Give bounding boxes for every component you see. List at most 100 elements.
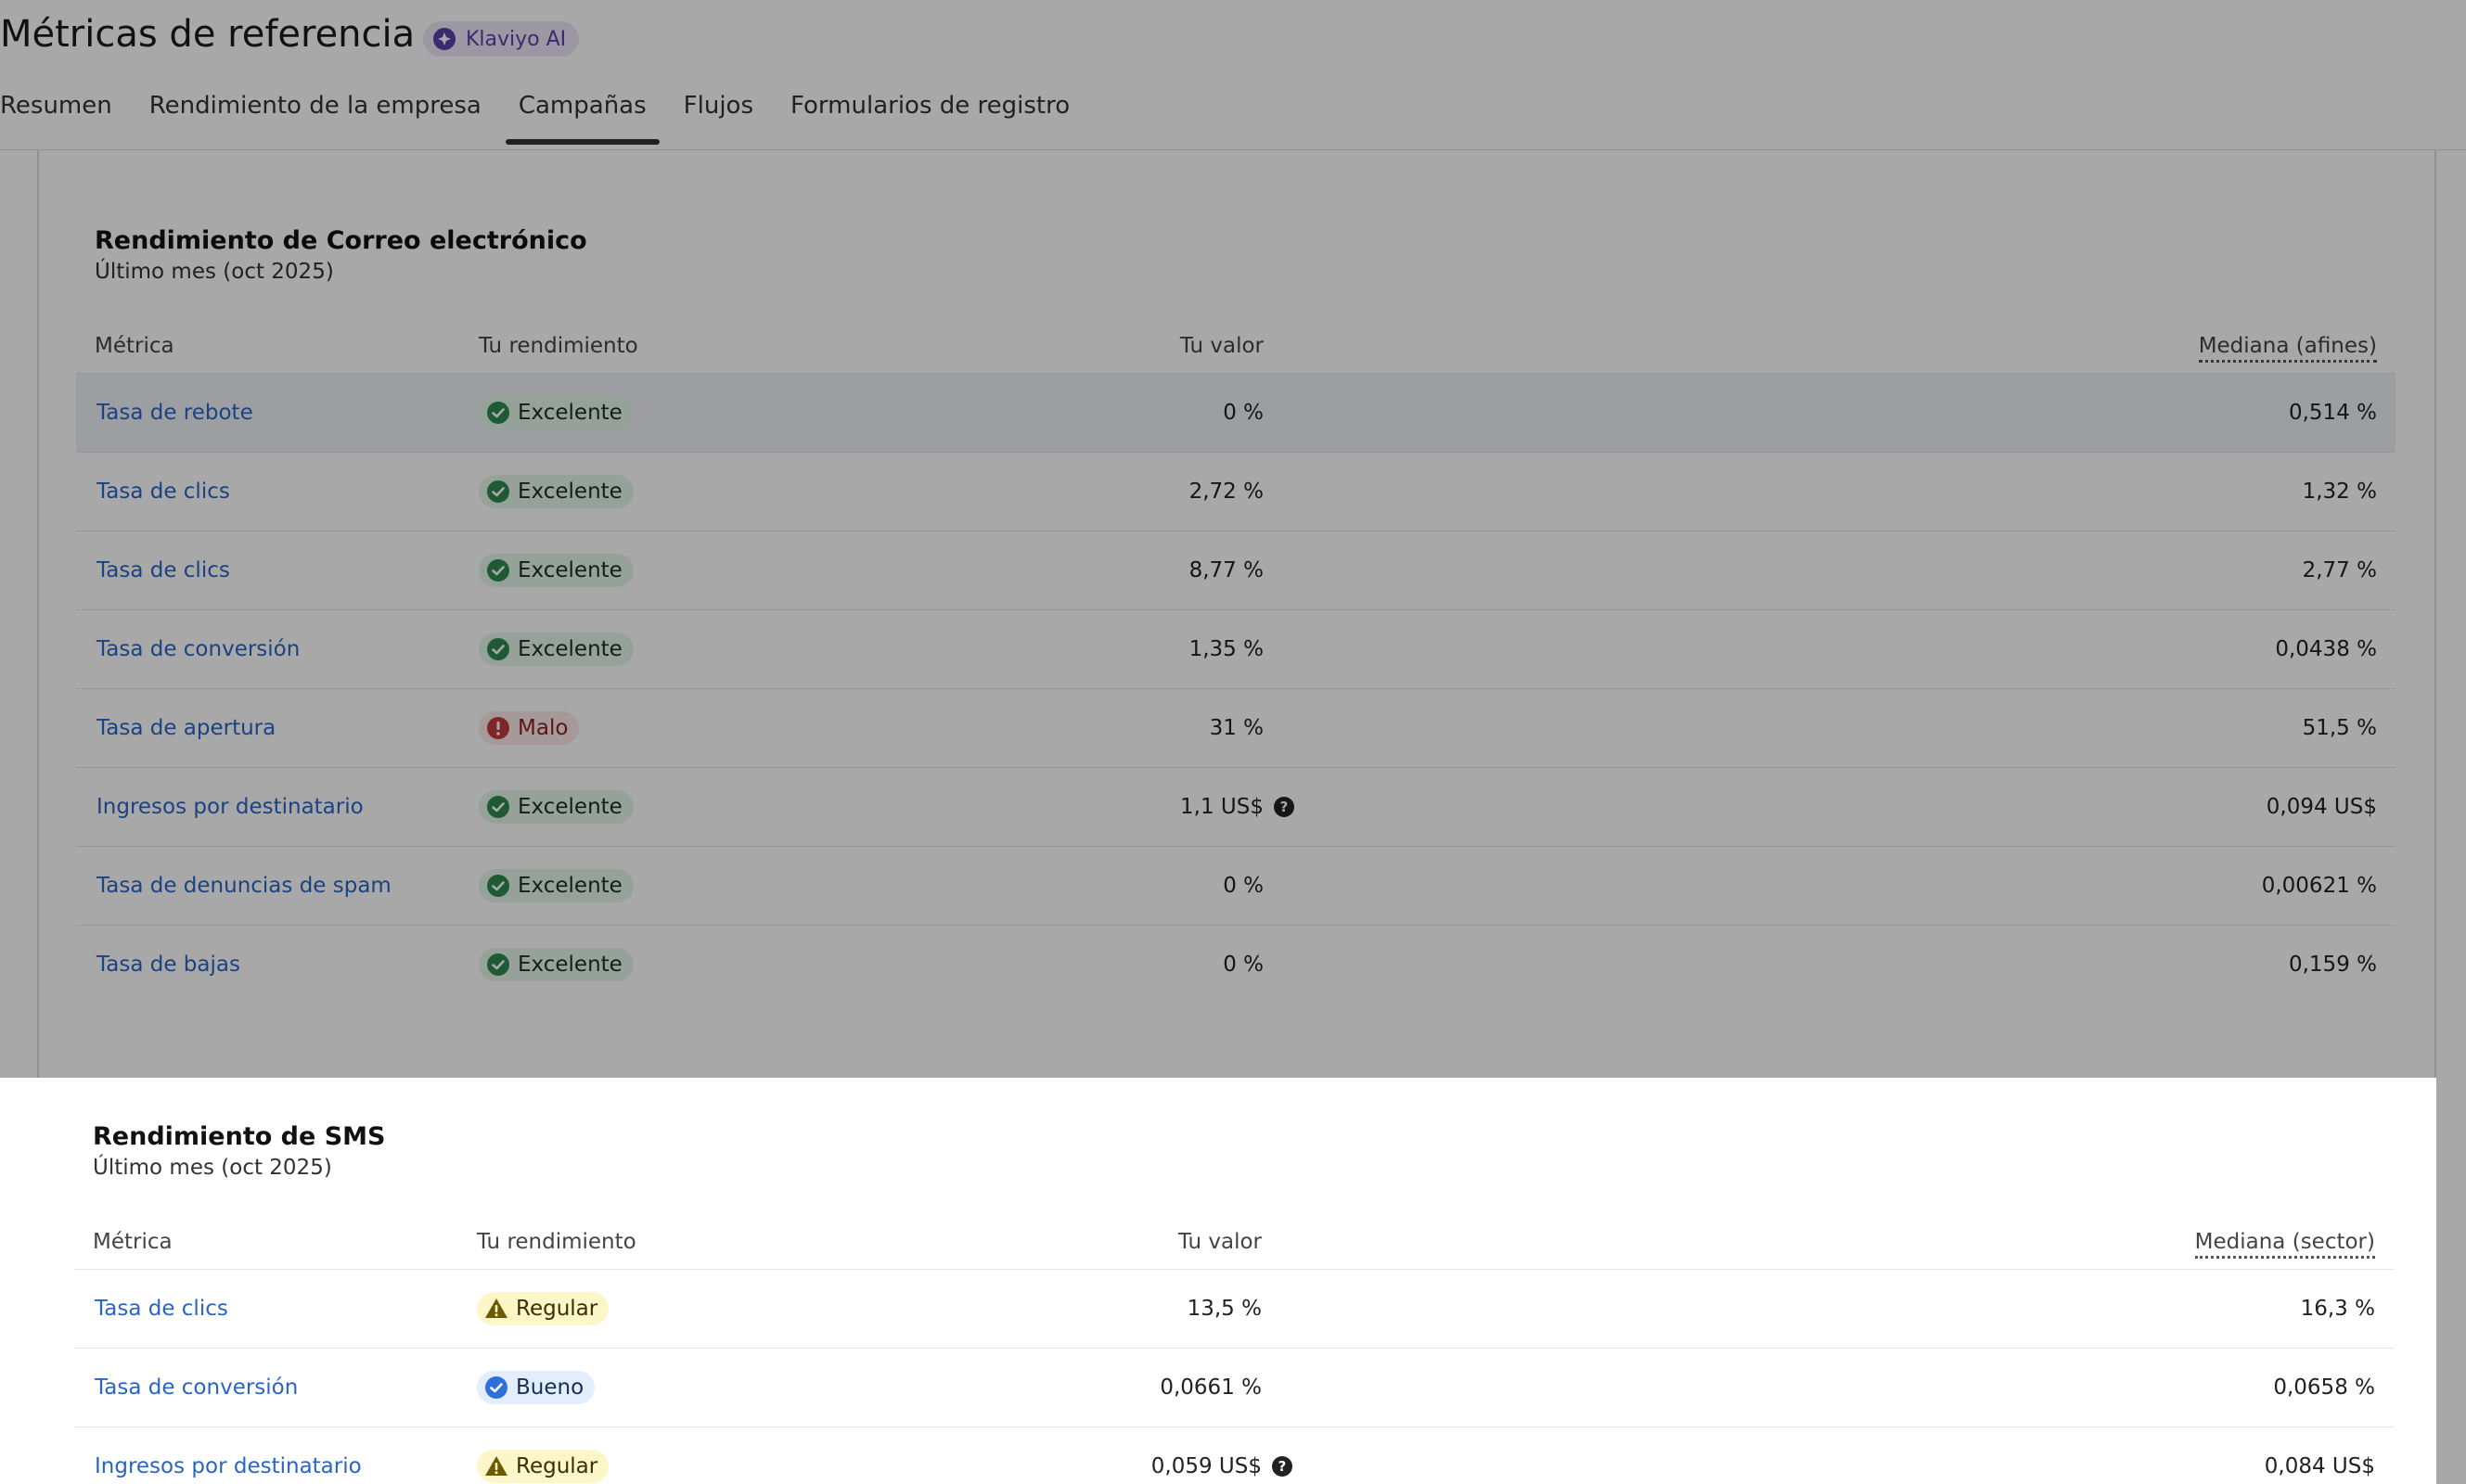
median-value: 0,0658 %: [2273, 1375, 2375, 1400]
status-label: Regular: [516, 1454, 598, 1478]
header-metric: Métrica: [93, 1230, 173, 1254]
status-label: Excelente: [518, 401, 623, 425]
header-median[interactable]: Mediana (sector): [2194, 1230, 2375, 1259]
metric-link[interactable]: Tasa de bajas: [96, 953, 240, 977]
metric-link[interactable]: Tasa de clics: [96, 480, 230, 504]
tab-campanas[interactable]: Campañas: [505, 89, 660, 149]
header-performance: Tu rendimiento: [479, 334, 638, 358]
check-circle-icon: [487, 402, 509, 424]
tab-flujos[interactable]: Flujos: [684, 89, 753, 149]
status-label: Excelente: [518, 637, 623, 661]
help-icon[interactable]: ?: [1271, 1455, 1293, 1478]
status-label: Excelente: [518, 874, 623, 898]
table-row: Tasa de rebote Excelente 0 % 0,514 %: [76, 373, 2395, 452]
median-value: 16,3 %: [2300, 1297, 2375, 1321]
metric-link[interactable]: Tasa de rebote: [96, 401, 253, 425]
status-badge: Excelente: [479, 790, 634, 824]
help-icon[interactable]: ?: [1273, 796, 1295, 818]
status-badge: Regular: [477, 1450, 610, 1483]
tab-resumen[interactable]: Resumen: [0, 89, 112, 149]
check-circle-icon: [487, 796, 509, 818]
table-header: Métrica Tu rendimiento Tu valor Mediana …: [74, 1221, 2394, 1267]
svg-text:?: ?: [1278, 1458, 1287, 1475]
metric-link[interactable]: Ingresos por destinatario: [95, 1454, 362, 1478]
status-label: Excelente: [518, 558, 623, 582]
median-value: 51,5 %: [2302, 716, 2377, 740]
header-value: Tu valor: [1179, 334, 1264, 358]
header-performance: Tu rendimiento: [477, 1230, 636, 1254]
median-value: 0,084 US$: [2264, 1454, 2375, 1478]
check-circle-icon: [487, 638, 509, 660]
median-value: 1,32 %: [2302, 480, 2377, 504]
ai-badge-label: Klaviyo AI: [466, 27, 567, 51]
header-value: Tu valor: [1177, 1230, 1262, 1254]
metric-link[interactable]: Tasa de clics: [95, 1297, 228, 1321]
table-row: Tasa de clics Regular 13,5 % 16,3 %: [74, 1269, 2394, 1348]
status-badge: Malo: [479, 711, 580, 745]
svg-text:?: ?: [1280, 799, 1289, 815]
alert-circle-icon: [487, 717, 509, 739]
sms-performance-card: Rendimiento de SMS Último mes (oct 2025)…: [37, 1078, 2436, 1484]
tab-bar: Resumen Rendimiento de la empresa Campañ…: [0, 89, 2466, 150]
page-title: Métricas de referencia: [0, 13, 416, 56]
table-header: Métrica Tu rendimiento Tu valor Mediana …: [76, 325, 2395, 371]
median-value: 2,77 %: [2302, 558, 2377, 582]
your-value: 1,35 %: [1188, 637, 1264, 661]
status-badge: Bueno: [477, 1371, 596, 1404]
table-row: Ingresos por destinatario Excelente 1,1 US…: [76, 767, 2395, 846]
your-value: 13,5 %: [1187, 1297, 1262, 1321]
check-circle-icon: [487, 875, 509, 897]
table-row: Ingresos por destinatario Regular 0,059 US…: [74, 1426, 2394, 1484]
sparkle-icon: [433, 28, 456, 50]
status-badge: Excelente: [479, 475, 634, 508]
check-circle-icon: [487, 953, 509, 976]
status-badge: Excelente: [479, 948, 634, 981]
table-row: Tasa de denuncias de spam Excelente 0 % 0,0…: [76, 846, 2395, 925]
your-value: 2,72 %: [1188, 480, 1264, 504]
tab-rendimiento-empresa[interactable]: Rendimiento de la empresa: [149, 89, 482, 149]
card-title: Rendimiento de Correo electrónico: [95, 226, 587, 255]
status-badge: Regular: [477, 1292, 610, 1325]
status-label: Excelente: [518, 953, 623, 977]
your-value: 0,0661 %: [1160, 1375, 1262, 1400]
table-row: Tasa de apertura Malo 31 % 51,5 %: [76, 688, 2395, 767]
status-badge: Excelente: [479, 633, 634, 666]
metric-link[interactable]: Tasa de clics: [96, 558, 230, 582]
klaviyo-ai-badge[interactable]: Klaviyo AI: [423, 21, 580, 57]
metric-link[interactable]: Ingresos por destinatario: [96, 795, 364, 819]
status-badge: Excelente: [479, 869, 634, 902]
metric-link[interactable]: Tasa de conversión: [95, 1375, 298, 1400]
header-metric: Métrica: [95, 334, 174, 358]
status-label: Malo: [518, 716, 569, 740]
status-label: Regular: [516, 1297, 598, 1321]
status-label: Excelente: [518, 795, 623, 819]
tab-formularios-registro[interactable]: Formularios de registro: [790, 89, 1070, 149]
header-median[interactable]: Mediana (afines): [2198, 334, 2377, 363]
your-value: 0,059 US$: [1150, 1454, 1262, 1478]
your-value: 8,77 %: [1188, 558, 1264, 582]
your-value: 31 %: [1209, 716, 1264, 740]
table-row: Tasa de clics Excelente 2,72 % 1,32 %: [76, 452, 2395, 531]
your-value: 0 %: [1223, 401, 1264, 425]
status-label: Excelente: [518, 480, 623, 504]
metric-link[interactable]: Tasa de denuncias de spam: [96, 874, 392, 898]
warning-triangle-icon: [485, 1456, 507, 1476]
median-value: 0,094 US$: [2266, 795, 2377, 819]
email-performance-card: Rendimiento de Correo electrónico Último…: [37, 130, 2436, 1078]
check-circle-icon: [487, 480, 509, 503]
status-badge: Excelente: [479, 554, 634, 587]
metric-link[interactable]: Tasa de apertura: [96, 716, 276, 740]
table-row: Tasa de conversión Excelente 1,35 % 0,0438 …: [76, 609, 2395, 688]
card-subtitle: Último mes (oct 2025): [93, 1156, 332, 1180]
check-circle-icon: [485, 1376, 507, 1399]
dim-overlay-edge: [2436, 1078, 2466, 1484]
table-row: Tasa de bajas Excelente 0 % 0,159 %: [76, 925, 2395, 1004]
median-value: 0,514 %: [2288, 401, 2377, 425]
status-badge: Excelente: [479, 396, 634, 429]
metric-link[interactable]: Tasa de conversión: [96, 637, 300, 661]
your-value: 0 %: [1223, 953, 1264, 977]
table-row: Tasa de clics Excelente 8,77 % 2,77 %: [76, 531, 2395, 609]
check-circle-icon: [487, 559, 509, 582]
card-title: Rendimiento de SMS: [93, 1122, 386, 1151]
status-label: Bueno: [516, 1375, 584, 1400]
